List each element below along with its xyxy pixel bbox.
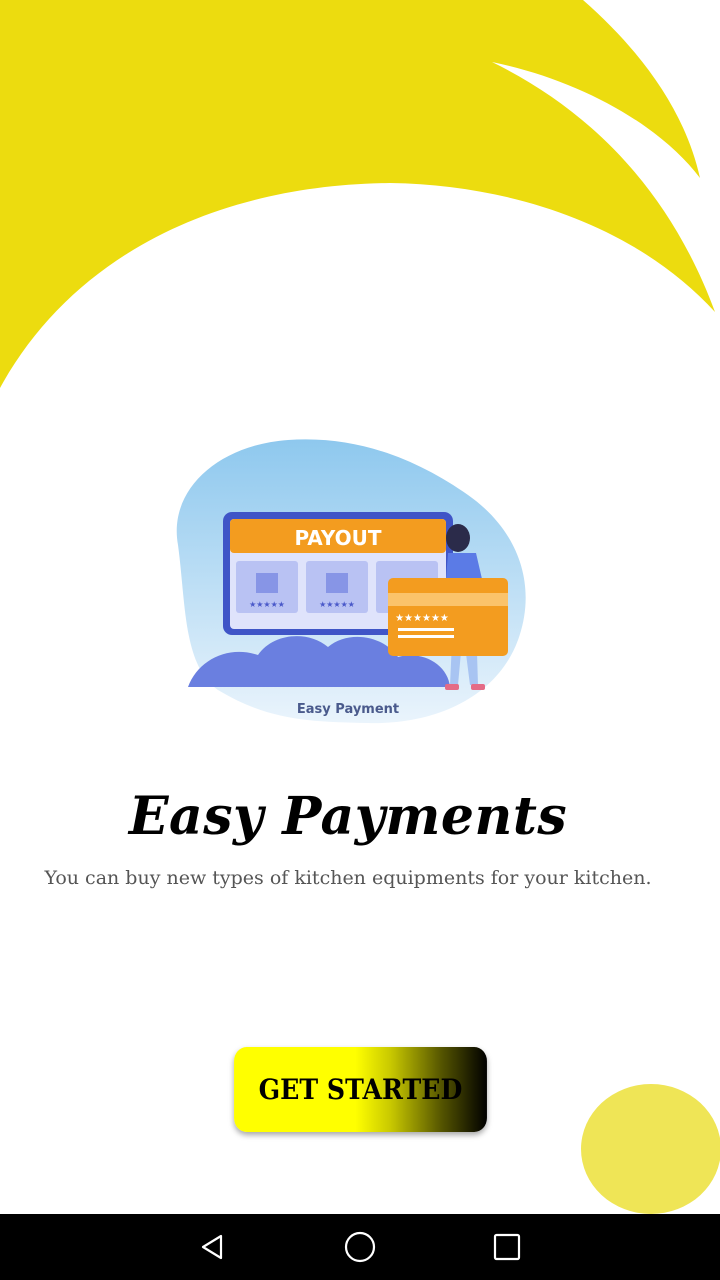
home-button[interactable] <box>320 1214 400 1280</box>
svg-text:★★★★★: ★★★★★ <box>319 600 355 609</box>
home-icon <box>344 1231 376 1263</box>
back-button[interactable] <box>173 1214 253 1280</box>
back-icon <box>201 1234 223 1260</box>
recent-apps-button[interactable] <box>467 1214 547 1280</box>
payout-banner-text: PAYOUT <box>294 526 381 550</box>
page-description: You can buy new types of kitchen equipme… <box>44 867 652 889</box>
get-started-button[interactable]: GET STARTED <box>234 1047 487 1132</box>
system-navigation-bar <box>0 1214 720 1280</box>
svg-text:★★★★★: ★★★★★ <box>249 600 285 609</box>
product-card-1: ★★★★★ <box>236 561 298 613</box>
illustration-caption: Easy Payment <box>296 702 400 717</box>
yellow-circle <box>581 1084 720 1214</box>
credit-card: ★★★★★★ <box>388 578 508 656</box>
page-title: Easy Payments <box>128 786 568 847</box>
payment-illustration: PAYOUT ★★★★★ ★★★★★ ★★★★★★ <box>176 439 526 724</box>
svg-text:★★★★★★: ★★★★★★ <box>395 613 449 624</box>
yellow-swoosh <box>0 0 715 388</box>
recent-apps-icon <box>493 1233 521 1261</box>
product-card-2: ★★★★★ <box>306 561 368 613</box>
